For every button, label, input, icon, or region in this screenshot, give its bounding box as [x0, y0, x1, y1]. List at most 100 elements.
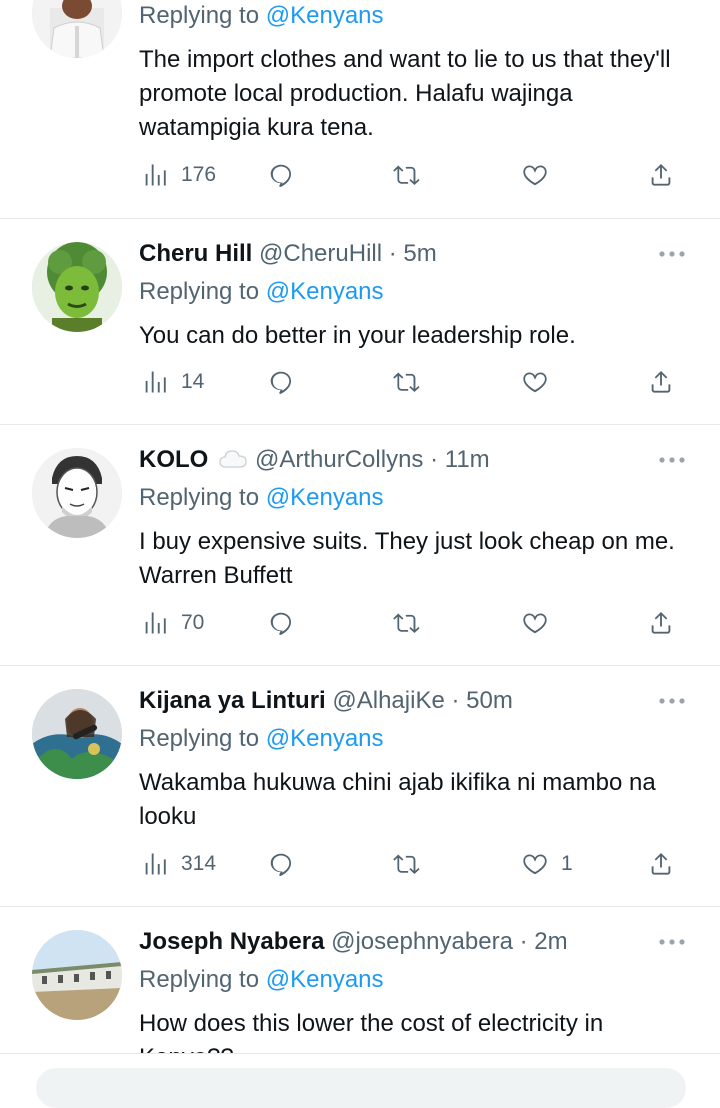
views-bar-chart-icon — [141, 609, 169, 637]
reply-button[interactable] — [267, 605, 295, 641]
display-name[interactable]: KOLO — [139, 446, 208, 473]
share-button[interactable] — [647, 364, 675, 400]
tweet-actions: 314 1 — [139, 846, 699, 882]
retweet-button[interactable] — [393, 605, 421, 641]
retweet-icon — [393, 609, 421, 637]
user-handle[interactable]: @AlhajiKe — [332, 687, 444, 714]
avatar[interactable] — [32, 448, 122, 538]
reply-bubble-icon — [267, 161, 295, 189]
like-button[interactable] — [521, 364, 549, 400]
retweet-icon — [393, 850, 421, 878]
replying-to: Replying to @Kenyans — [139, 484, 384, 511]
heart-icon — [521, 850, 549, 878]
more-dots-icon[interactable] — [656, 935, 688, 949]
views-bar-chart-icon — [141, 161, 169, 189]
share-button[interactable] — [647, 157, 675, 193]
display-name[interactable]: Joseph Nyabera — [139, 928, 324, 955]
mention-link[interactable]: @Kenyans — [266, 484, 384, 511]
views-button[interactable]: 176 — [141, 157, 216, 193]
divider — [0, 218, 720, 219]
tweet-card[interactable]: Joseph Nyabera @josephnyabera · 2m Reply… — [0, 907, 720, 1053]
user-handle[interactable]: @CheruHill — [259, 240, 382, 267]
separator-dot: · — [382, 240, 404, 267]
avatar[interactable] — [32, 0, 122, 58]
share-upload-icon — [647, 609, 675, 637]
separator-dot: · — [444, 687, 467, 714]
share-button[interactable] — [647, 846, 675, 882]
like-button[interactable] — [521, 605, 549, 641]
tweet-text: You can do better in your leadership rol… — [139, 322, 576, 349]
views-count: 314 — [181, 852, 217, 875]
tweet-header: KOLO @ArthurCollyns · 11m — [139, 444, 490, 476]
mention-link[interactable]: @Kenyans — [266, 725, 384, 752]
timestamp[interactable]: 50m — [466, 687, 513, 714]
divider — [0, 424, 720, 425]
reply-button[interactable] — [267, 364, 295, 400]
views-button[interactable]: 314 — [141, 846, 216, 882]
replying-to: Replying to @Kenyans — [139, 2, 384, 29]
replying-to: Replying to @Kenyans — [139, 966, 384, 993]
retweet-button[interactable] — [393, 846, 421, 882]
replying-to: Replying to @Kenyans — [139, 278, 384, 305]
retweet-button[interactable] — [393, 157, 421, 193]
tweet-text: I buy expensive suits. They just look ch… — [139, 528, 675, 589]
retweet-button[interactable] — [393, 364, 421, 400]
share-upload-icon — [647, 850, 675, 878]
tweet-header: Cheru Hill @CheruHill · 5m — [139, 238, 437, 270]
user-handle[interactable]: @josephnyabera — [331, 928, 513, 955]
reply-composer-input[interactable] — [36, 1068, 686, 1108]
tweet-actions: 176 — [139, 157, 699, 193]
like-button[interactable] — [521, 157, 549, 193]
retweet-icon — [393, 161, 421, 189]
reply-bubble-icon — [267, 609, 295, 637]
avatar[interactable] — [32, 242, 122, 332]
views-count: 176 — [181, 163, 217, 186]
mention-link[interactable]: @Kenyans — [266, 966, 384, 993]
separator-dot: · — [512, 928, 535, 955]
views-bar-chart-icon — [141, 368, 169, 396]
views-count: 14 — [181, 370, 205, 393]
tweet-header: Kijana ya Linturi @AlhajiKe · 50m — [139, 685, 513, 717]
share-upload-icon — [647, 161, 675, 189]
views-button[interactable]: 14 — [141, 364, 204, 400]
share-button[interactable] — [647, 605, 675, 641]
timestamp[interactable]: 11m — [445, 446, 490, 473]
views-bar-chart-icon — [141, 850, 169, 878]
reply-bubble-icon — [267, 368, 295, 396]
tweet-actions: 70 — [139, 605, 699, 641]
cloud-emoji-icon — [219, 450, 247, 468]
mention-link[interactable]: @Kenyans — [266, 2, 384, 29]
like-count: 1 — [561, 852, 573, 875]
mention-link[interactable]: @Kenyans — [266, 278, 384, 305]
reply-button[interactable] — [267, 157, 295, 193]
avatar[interactable] — [32, 689, 122, 779]
reply-bubble-icon — [267, 850, 295, 878]
user-handle[interactable]: @ArthurCollyns — [255, 446, 423, 473]
heart-icon — [521, 609, 549, 637]
tweet-text: The import clothes and want to lie to us… — [139, 46, 671, 141]
heart-icon — [521, 161, 549, 189]
tweet-text: How does this lower the cost of electric… — [139, 1010, 604, 1053]
replying-to: Replying to @Kenyans — [139, 725, 384, 752]
tweet-header: Joseph Nyabera @josephnyabera · 2m — [139, 926, 568, 958]
more-dots-icon[interactable] — [656, 453, 688, 467]
display-name[interactable]: Kijana ya Linturi — [139, 687, 326, 714]
reply-button[interactable] — [267, 846, 295, 882]
retweet-icon — [393, 368, 421, 396]
separator-dot: · — [423, 446, 445, 473]
share-upload-icon — [647, 368, 675, 396]
composer-divider — [0, 1053, 720, 1054]
tweet-actions: 14 — [139, 364, 699, 400]
views-count: 70 — [181, 611, 205, 634]
display-name[interactable]: Cheru Hill — [139, 240, 252, 267]
more-dots-icon[interactable] — [656, 247, 688, 261]
like-button[interactable]: 1 — [521, 846, 573, 882]
timestamp[interactable]: 5m — [403, 240, 436, 267]
views-button[interactable]: 70 — [141, 605, 204, 641]
tweet-text: Wakamba hukuwa chini ajab ikifika ni mam… — [139, 769, 656, 830]
heart-icon — [521, 368, 549, 396]
divider — [0, 665, 720, 666]
more-dots-icon[interactable] — [656, 694, 688, 708]
timestamp[interactable]: 2m — [534, 928, 567, 955]
avatar[interactable] — [32, 930, 122, 1020]
